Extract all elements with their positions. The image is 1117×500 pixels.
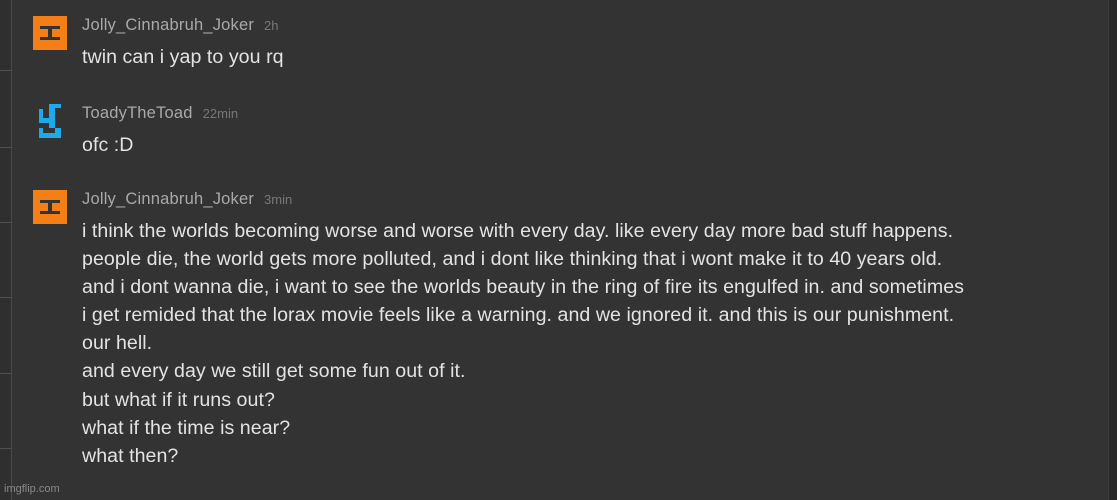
blue-pixel-avatar-icon <box>39 104 61 138</box>
timestamp: 3min <box>264 192 293 207</box>
orange-pixel-avatar-icon <box>33 190 67 224</box>
avatar[interactable] <box>33 190 67 224</box>
imgflip-watermark: imgflip.com <box>4 483 60 495</box>
chat-message: Jolly_Cinnabruh_Joker 3min i think the wo… <box>33 190 1097 480</box>
message-line: but what if it runs out? <box>82 388 275 411</box>
rail-divider <box>0 70 11 71</box>
orange-pixel-avatar-icon <box>33 16 67 50</box>
message-line: what then? <box>82 444 179 467</box>
rail-divider <box>0 147 11 148</box>
username[interactable]: ToadyTheToad <box>82 104 193 122</box>
rail-divider <box>0 297 11 298</box>
message-line: i think the worlds becoming worse and wo… <box>82 220 954 242</box>
rail-divider <box>0 373 11 374</box>
chat-message: Jolly_Cinnabruh_Joker 2h twin can i yap t… <box>33 16 1097 76</box>
message-text: twin can i yap to you rq <box>82 43 284 71</box>
rail-divider <box>0 222 11 223</box>
username[interactable]: Jolly_Cinnabruh_Joker <box>82 16 254 34</box>
message-header: Jolly_Cinnabruh_Joker 3min <box>82 190 292 214</box>
avatar[interactable] <box>33 16 67 50</box>
rail-divider <box>0 448 11 449</box>
message-line: twin can i yap to you rq <box>82 46 284 68</box>
chat-message: ToadyTheToad 22min ofc :D <box>33 104 1097 164</box>
message-text: ofc :D <box>82 131 133 159</box>
message-line: i get remided that the lorax movie feels… <box>82 304 955 327</box>
username[interactable]: Jolly_Cinnabruh_Joker <box>82 190 254 208</box>
message-line: our hell. <box>82 332 153 355</box>
timestamp: 22min <box>202 106 239 121</box>
message-line: what if the time is near? <box>82 416 291 439</box>
left-sidebar-edge <box>0 0 12 500</box>
message-text: i think the worlds becoming worse and wo… <box>82 217 964 470</box>
message-header: ToadyTheToad 22min <box>82 104 238 128</box>
scrollbar-track[interactable] <box>1108 0 1117 500</box>
timestamp: 2h <box>264 18 279 33</box>
message-header: Jolly_Cinnabruh_Joker 2h <box>82 16 279 40</box>
avatar[interactable] <box>33 104 67 138</box>
message-line: ofc :D <box>82 134 134 156</box>
message-line: people die, the world gets more polluted… <box>82 248 943 271</box>
message-line: and i dont wanna die, i want to see the … <box>82 276 964 299</box>
message-line: and every day we still get some fun out … <box>82 360 466 383</box>
